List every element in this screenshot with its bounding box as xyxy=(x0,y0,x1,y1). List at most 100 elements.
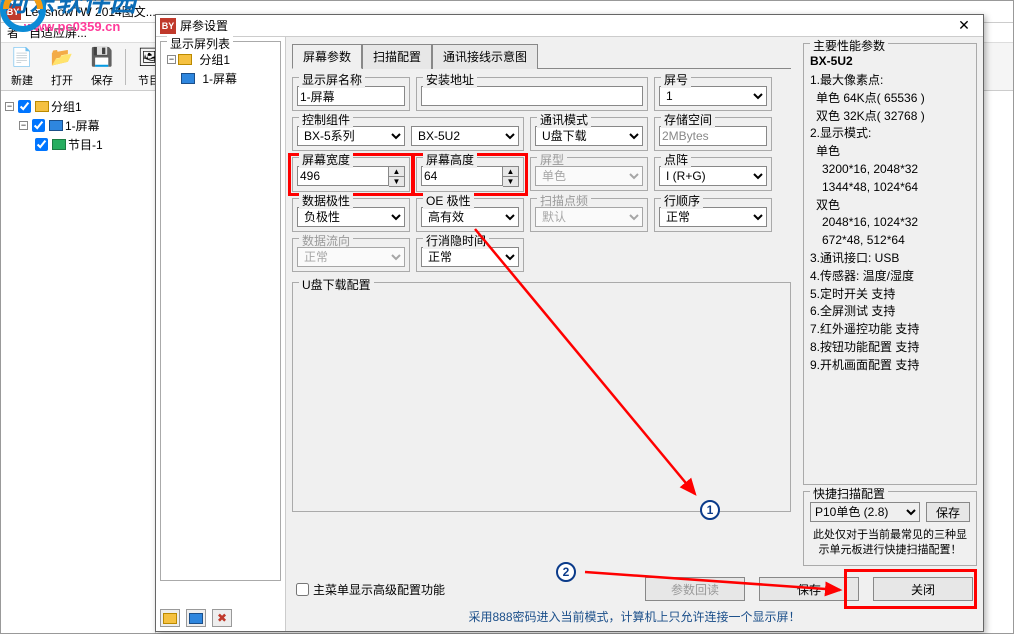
tree-check[interactable] xyxy=(35,138,48,151)
field-oe-polarity: OE 极性高有效 xyxy=(416,198,524,232)
collapse-icon[interactable]: − xyxy=(19,121,28,130)
perf-item: 5.定时开关 支持 xyxy=(810,286,970,303)
usb-download-group: U盘下载配置 xyxy=(292,282,791,512)
main-title: LedshowTW 2014图文... xyxy=(25,3,156,20)
field-dot-matrix: 点阵I (R+G) xyxy=(654,157,772,191)
field-row-order: 行顺序正常 xyxy=(654,198,772,232)
dialog-right-pane: 主要性能参数 BX-5U2 1.最大像素点:单色 64K点( 65536 )双色… xyxy=(797,37,983,631)
select-row-order[interactable]: 正常 xyxy=(659,207,767,227)
field-width: 屏幕宽度▲▼ xyxy=(292,157,410,192)
screen-params-dialog: BY 屏参设置 ✕ 显示屏列表 − 分组1 1-屏幕 ✖ 屏幕参数 扫描配置 xyxy=(155,14,984,632)
save-button[interactable]: 保存 xyxy=(759,577,859,601)
field-storage: 存储空间 xyxy=(654,117,772,151)
select-ctrl-model[interactable]: BX-5U2 xyxy=(411,126,519,146)
perf-item: 单色 xyxy=(816,143,970,160)
select-quick-scan[interactable]: P10单色 (2.8) xyxy=(810,502,920,522)
perf-item: 单色 64K点( 65536 ) xyxy=(816,90,970,107)
field-install-addr: 安装地址 xyxy=(416,77,648,111)
select-hide-time[interactable]: 正常 xyxy=(421,247,519,267)
collapse-icon[interactable]: − xyxy=(167,55,176,64)
input-width[interactable] xyxy=(297,166,389,186)
select-comm-mode[interactable]: U盘下载 xyxy=(535,126,643,146)
tab-screen-params[interactable]: 屏幕参数 xyxy=(292,44,362,69)
field-comm-mode: 通讯模式U盘下载 xyxy=(530,117,648,151)
select-screen-no[interactable]: 1 xyxy=(659,86,767,106)
field-hide-time: 行消隐时间正常 xyxy=(416,238,524,272)
tab-scan-config[interactable]: 扫描配置 xyxy=(362,44,432,69)
perf-item: 8.按钮功能配置 支持 xyxy=(810,339,970,356)
select-oe-polarity[interactable]: 高有效 xyxy=(421,207,519,227)
field-screen-type: 屏型单色 xyxy=(530,157,648,191)
perf-item: 672*48, 512*64 xyxy=(822,232,970,249)
field-data-flow: 数据流向正常 xyxy=(292,238,410,272)
perf-item: 3.通讯接口: USB xyxy=(810,250,970,267)
select-dot-matrix[interactable]: I (R+G) xyxy=(659,166,767,186)
input-install-addr[interactable] xyxy=(421,86,643,106)
input-height[interactable] xyxy=(421,166,503,186)
perf-item: 2048*16, 1024*32 xyxy=(822,214,970,231)
perf-model: BX-5U2 xyxy=(810,54,970,68)
perf-item: 4.传感器: 温度/湿度 xyxy=(810,268,970,285)
close-icon[interactable]: ✕ xyxy=(949,17,979,35)
tree-screen[interactable]: −1-屏幕 xyxy=(19,116,151,135)
tree-group[interactable]: −分组1 xyxy=(5,97,151,116)
btn-delete[interactable]: ✖ xyxy=(212,609,232,627)
input-screen-name[interactable] xyxy=(297,86,405,106)
readback-button: 参数回读 xyxy=(645,577,745,601)
tree-check[interactable] xyxy=(18,100,31,113)
select-data-flow: 正常 xyxy=(297,247,405,267)
app-icon: BY xyxy=(160,18,176,34)
perf-item: 1344*48, 1024*64 xyxy=(822,179,970,196)
quick-note: 此处仅对于当前最常见的三种显示单元板进行快捷扫描配置！ xyxy=(810,528,970,559)
select-scan-freq: 默认 xyxy=(535,207,643,227)
folder-icon xyxy=(35,101,49,112)
annotation-badge-1: 1 xyxy=(700,500,720,520)
field-scan-freq: 扫描点频默认 xyxy=(530,198,648,232)
perf-item: 1.最大像素点: xyxy=(810,72,970,89)
perf-item: 6.全屏测试 支持 xyxy=(810,303,970,320)
annotation-badge-2: 2 xyxy=(556,562,576,582)
quick-save-button[interactable]: 保存 xyxy=(926,502,970,522)
menu-adapt[interactable]: 自适应屏... xyxy=(29,24,87,41)
toolbar-new[interactable]: 📄新建 xyxy=(5,46,39,88)
save-icon: 💾 xyxy=(90,46,114,70)
perf-group: 主要性能参数 BX-5U2 1.最大像素点:单色 64K点( 65536 )双色… xyxy=(803,43,977,485)
input-storage xyxy=(659,126,767,146)
adv-config-checkbox[interactable]: 主菜单显示高级配置功能 xyxy=(296,581,445,598)
spin-down-icon[interactable]: ▼ xyxy=(503,177,518,186)
perf-item: 双色 xyxy=(816,197,970,214)
dlg-tree-group[interactable]: − 分组1 xyxy=(167,50,274,69)
menu-item[interactable]: 者 xyxy=(7,24,19,41)
perf-item: 9.开机画面配置 支持 xyxy=(810,357,970,374)
dialog-title-bar: BY 屏参设置 ✕ xyxy=(156,15,983,37)
tabs: 屏幕参数 扫描配置 通讯接线示意图 xyxy=(292,43,791,69)
perf-item: 2.显示模式: xyxy=(810,125,970,142)
select-ctrl-series[interactable]: BX-5系列 xyxy=(297,126,405,146)
perf-item: 3200*16, 2048*32 xyxy=(822,161,970,178)
screen-icon xyxy=(49,120,63,131)
dialog-left-pane: 显示屏列表 − 分组1 1-屏幕 ✖ xyxy=(156,37,286,631)
field-ctrl-group: 控制组件 BX-5系列 BX-5U2 xyxy=(292,117,524,151)
tree-check[interactable] xyxy=(32,119,45,132)
btn-screen-new[interactable] xyxy=(186,609,206,627)
btn-folder-new[interactable] xyxy=(160,609,180,627)
collapse-icon[interactable]: − xyxy=(5,102,14,111)
spin-up-icon[interactable]: ▲ xyxy=(389,167,404,177)
status-text: 采用888密码进入当前模式，计算机上只允许连接一个显示屏！ xyxy=(296,608,973,625)
dlg-tree-screen[interactable]: 1-屏幕 xyxy=(181,69,274,88)
select-data-polarity[interactable]: 负极性 xyxy=(297,207,405,227)
field-screen-no: 屏号1 xyxy=(654,77,772,111)
perf-item: 7.红外遥控功能 支持 xyxy=(810,321,970,338)
quick-scan-group: 快捷扫描配置 P10单色 (2.8) 保存 此处仅对于当前最常见的三种显示单元板… xyxy=(803,491,977,566)
toolbar-save[interactable]: 💾保存 xyxy=(85,46,119,88)
folder-open-icon: 📂 xyxy=(50,46,74,70)
spin-up-icon[interactable]: ▲ xyxy=(503,167,518,177)
program-icon xyxy=(52,139,66,150)
spin-down-icon[interactable]: ▼ xyxy=(389,177,404,186)
tree-program[interactable]: 节目-1 xyxy=(33,135,151,154)
tab-wiring[interactable]: 通讯接线示意图 xyxy=(432,44,538,69)
perf-item: 双色 32K点( 32768 ) xyxy=(816,108,970,125)
field-screen-name: 显示屏名称 xyxy=(292,77,410,111)
folder-icon xyxy=(178,54,192,65)
toolbar-open[interactable]: 📂打开 xyxy=(45,46,79,88)
